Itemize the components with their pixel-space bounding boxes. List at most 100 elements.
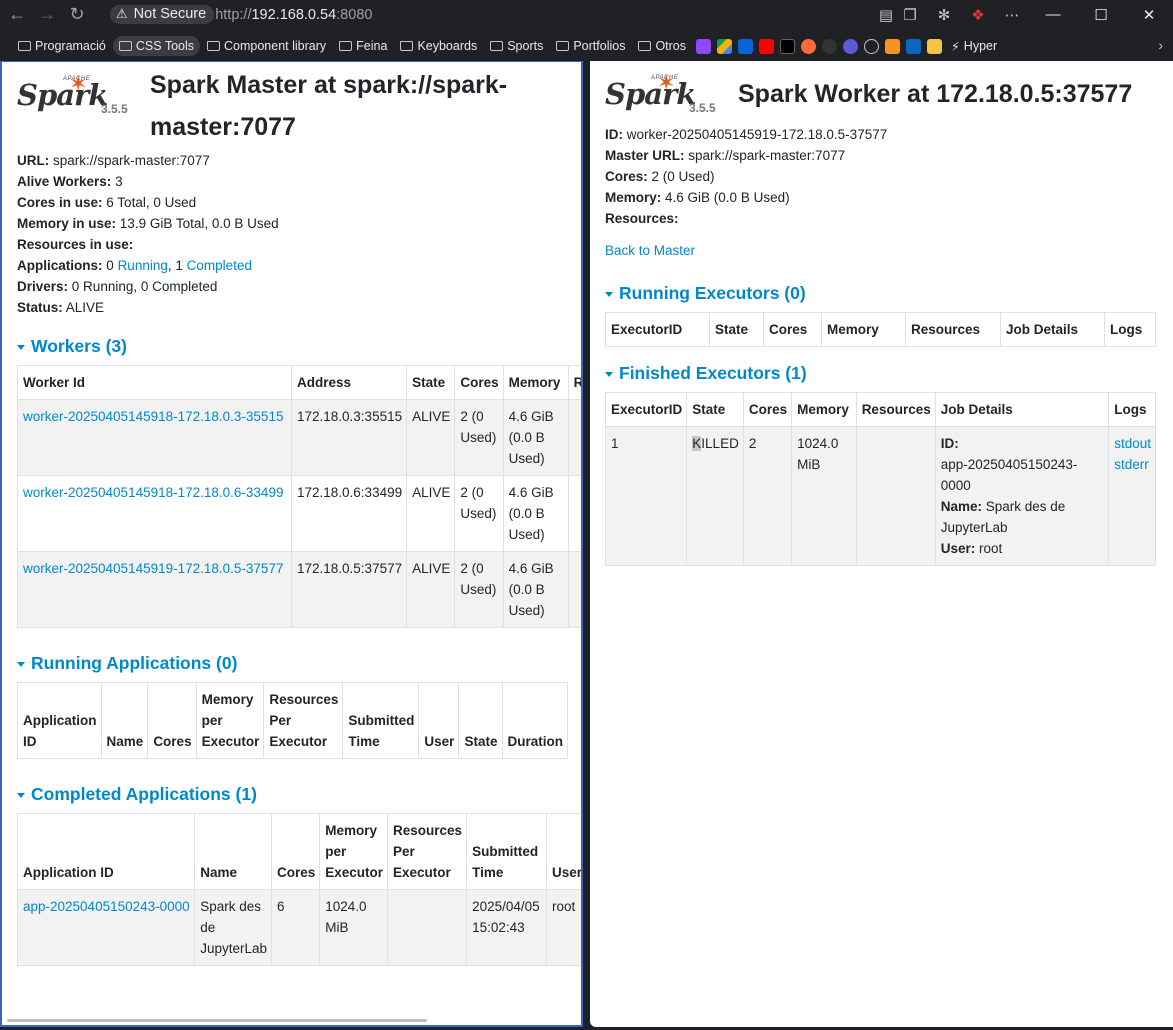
column-header[interactable]: Cores [270, 813, 321, 890]
column-header[interactable]: Cores [454, 365, 504, 400]
column-header[interactable]: Name [100, 682, 149, 759]
bookmark-label: Portfolios [573, 39, 626, 53]
worker-cores: 2 (0 Used) [454, 399, 504, 476]
outlook-icon[interactable] [738, 38, 754, 54]
spark-logo[interactable]: ✶ APACHE Spark 3.5.5 [17, 71, 135, 120]
extensions-icon[interactable]: ✻ [927, 6, 961, 24]
linkedin-icon[interactable] [906, 38, 922, 54]
stdout-link[interactable]: stdout [1114, 436, 1151, 451]
twitch-icon[interactable] [696, 38, 712, 54]
column-header[interactable]: ExecutorID [604, 392, 688, 427]
column-header[interactable]: User [418, 682, 460, 759]
menu-icon[interactable]: ⋯ [995, 6, 1029, 24]
column-header[interactable]: Memory [821, 312, 906, 347]
folder-app-icon[interactable] [927, 38, 943, 54]
bookmark-star-icon[interactable]: ❐ [893, 6, 927, 24]
folder-icon [339, 41, 353, 51]
column-header[interactable]: Duration [501, 682, 568, 759]
bookmark-label: Otros [655, 39, 687, 53]
finished-executors-section-toggle[interactable]: Finished Executors (1) [605, 363, 1173, 384]
close-icon[interactable]: ✕ [1125, 6, 1173, 24]
youtube-icon[interactable] [759, 38, 775, 54]
running-apps-link[interactable]: Running [118, 258, 168, 273]
column-header[interactable]: Resources Per Executor [263, 682, 344, 759]
drive-icon[interactable] [717, 38, 733, 54]
forward-icon[interactable]: → [32, 1, 62, 29]
globe-icon[interactable] [864, 38, 880, 54]
column-header[interactable]: Memory [791, 392, 857, 427]
column-header[interactable]: Submitted Time [466, 813, 547, 890]
maximize-icon[interactable]: ☐ [1077, 6, 1125, 24]
running-executors-section-toggle[interactable]: Running Executors (0) [605, 283, 1173, 304]
app-icon[interactable] [843, 38, 859, 54]
column-header[interactable]: Memory per Executor [195, 682, 265, 759]
column-header[interactable]: Logs [1104, 312, 1156, 347]
column-header[interactable]: State [458, 682, 503, 759]
column-header[interactable]: Job Details [1000, 312, 1105, 347]
reload-icon[interactable]: ↻ [62, 1, 92, 29]
completed-apps-section-toggle[interactable]: Completed Applications (1) [17, 784, 581, 805]
column-header[interactable]: Application ID [17, 682, 102, 759]
chevron-right-icon[interactable]: › [1158, 37, 1163, 53]
back-to-master-link[interactable]: Back to Master [605, 243, 695, 258]
column-header[interactable]: Resources Per Executor [387, 813, 468, 890]
column-header[interactable]: Cores [742, 392, 793, 427]
bookmark-folder-portfolios[interactable]: Portfolios [550, 36, 631, 56]
address-bar[interactable]: ⚠ Not Secure http://192.168.0.54:8080 [110, 3, 372, 26]
worker-link[interactable]: worker-20250405145918-172.18.0.3-35515 [23, 409, 283, 424]
memory-in-use: 13.9 GiB Total, 0.0 B Used [119, 216, 279, 231]
column-header[interactable]: Name [194, 813, 272, 890]
flame-icon[interactable] [801, 38, 817, 54]
bookmark-folder-otros[interactable]: Otros [632, 36, 692, 56]
column-header[interactable]: Submitted Time [342, 682, 420, 759]
workers-section-toggle[interactable]: Workers (3) [17, 336, 581, 357]
column-header[interactable]: Res [567, 365, 581, 400]
worker-link[interactable]: worker-20250405145918-172.18.0.6-33499 [23, 485, 283, 500]
job-user: root [979, 541, 1003, 556]
x-icon[interactable] [780, 38, 796, 54]
column-header[interactable]: Memory [502, 365, 569, 400]
spark-logo[interactable]: ✶ APACHE Spark 3.5.5 [605, 70, 723, 119]
column-header[interactable]: Logs [1108, 392, 1156, 427]
column-header[interactable]: Job Details [934, 392, 1110, 427]
url-port: :8080 [336, 6, 373, 23]
horizontal-scrollbar[interactable] [7, 1019, 427, 1022]
folder-icon [18, 41, 31, 51]
worker-link[interactable]: worker-20250405145919-172.18.0.5-37577 [23, 561, 283, 576]
column-header[interactable]: Address [290, 365, 408, 400]
running-apps-section-toggle[interactable]: Running Applications (0) [17, 653, 581, 674]
minimize-icon[interactable]: — [1029, 6, 1077, 23]
app-link[interactable]: app-20250405150243-0000 [23, 899, 190, 914]
github-icon[interactable] [822, 38, 838, 54]
bookmark-folder-feina[interactable]: Feina [333, 36, 393, 56]
caret-down-icon [605, 372, 613, 377]
column-header[interactable]: Resources [855, 392, 936, 427]
column-header[interactable]: State [406, 365, 456, 400]
bookmark-folder-component-library[interactable]: Component library [201, 36, 332, 56]
url-scheme: http:// [215, 6, 252, 23]
column-header[interactable]: State [686, 392, 744, 427]
security-chip[interactable]: ⚠ Not Secure [110, 5, 215, 24]
bookmarks-bar: Programació CSS Tools Component library … [0, 33, 1173, 59]
column-header[interactable]: Worker Id [17, 365, 292, 400]
bookmark-folder-css-tools[interactable]: CSS Tools [112, 36, 201, 56]
column-header[interactable]: ExecutorID [605, 312, 710, 347]
worker-resources [567, 475, 581, 552]
column-header[interactable]: User [545, 813, 581, 890]
bookmark-folder-programacio[interactable]: Programació [12, 36, 112, 56]
bookmark-folder-sports[interactable]: Sports [484, 36, 549, 56]
completed-apps-link[interactable]: Completed [187, 258, 252, 273]
xing-icon[interactable] [885, 38, 901, 54]
column-header[interactable]: Resources [905, 312, 1001, 347]
column-header[interactable]: Cores [763, 312, 822, 347]
column-header[interactable]: Application ID [16, 813, 196, 890]
column-header[interactable]: State [709, 312, 764, 347]
stderr-link[interactable]: stderr [1114, 457, 1149, 472]
executor-job-details: ID: app-20250405150243-0000 Name: Spark … [934, 426, 1110, 566]
column-header[interactable]: Cores [147, 682, 197, 759]
bookmark-hyper[interactable]: ⚡ Hyper [945, 36, 1003, 57]
back-icon[interactable]: ← [2, 1, 32, 29]
bookmark-folder-keyboards[interactable]: Keyboards [394, 36, 483, 56]
extension-icon[interactable]: ❖ [961, 6, 995, 24]
column-header[interactable]: Memory per Executor [319, 813, 389, 890]
